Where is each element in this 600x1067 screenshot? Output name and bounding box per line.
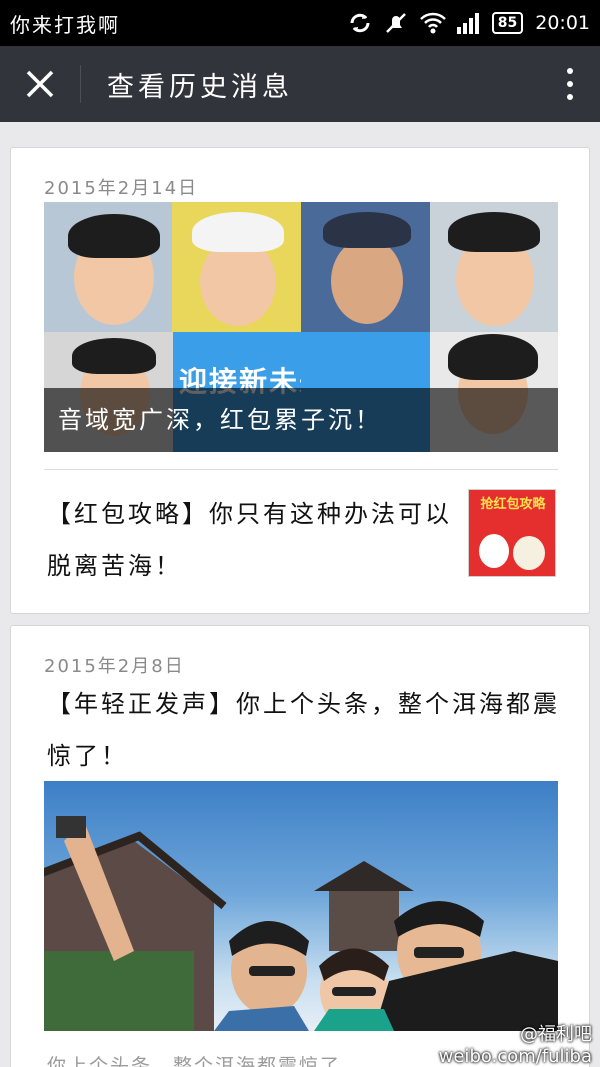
watermark-site: weibo.com/fuliba [438,1046,592,1067]
title-bar: 查看历史消息 [0,46,600,122]
more-button[interactable] [540,46,600,122]
cover-photo-tile [301,202,430,332]
sync-icon [348,11,372,35]
watermark: @福利吧 weibo.com/fuliba [439,1024,592,1067]
more-vertical-icon [567,68,573,74]
article-thumbnail[interactable]: 抢红包攻略 [468,489,556,577]
signal-icon [456,11,480,35]
thumbnail-text: 抢红包攻略 [480,497,546,512]
battery-icon: 85 [491,12,524,34]
cover-title: 音域宽广深，红包累子沉！ [44,388,558,452]
message-date: 2015年2月14日 [44,178,199,199]
article-photo[interactable] [44,781,558,1031]
watermark-handle: @福利吧 [520,1024,592,1045]
cover-photo-tile [172,202,301,332]
cover-photo-tile [430,202,558,332]
divider [44,469,558,470]
article-title[interactable]: 【红包攻略】你只有这种办法可以脱离苦海！ [47,488,457,592]
status-bar: 你来打我啊 85 20:01 [0,0,600,46]
cover-photo-tile [44,202,172,332]
message-date: 2015年2月8日 [44,656,185,677]
close-button[interactable] [0,46,80,122]
close-icon [26,70,54,98]
mute-icon [384,11,408,35]
title-divider [80,65,81,103]
clock: 20:01 [535,12,590,34]
message-card: 2015年2月8日 【年轻正发声】你上个头条，整个洱海都震惊了！ 你上个头条，整… [10,625,590,1067]
article-title[interactable]: 【年轻正发声】你上个头条，整个洱海都震惊了！ [47,678,561,782]
cover-article[interactable]: 迎接新未来 音域宽广深，红包累子沉！ [44,202,558,452]
page-title: 查看历史消息 [107,71,293,103]
message-card: 2015年2月14日 迎接新未来 音域宽广深，红包累子沉！ 【红包攻略】你只有这… [10,147,590,614]
carrier-name: 你来打我啊 [10,12,120,37]
wifi-icon [419,11,446,35]
article-snippet: 你上个头条，整个洱海都震惊了 [47,1055,342,1067]
